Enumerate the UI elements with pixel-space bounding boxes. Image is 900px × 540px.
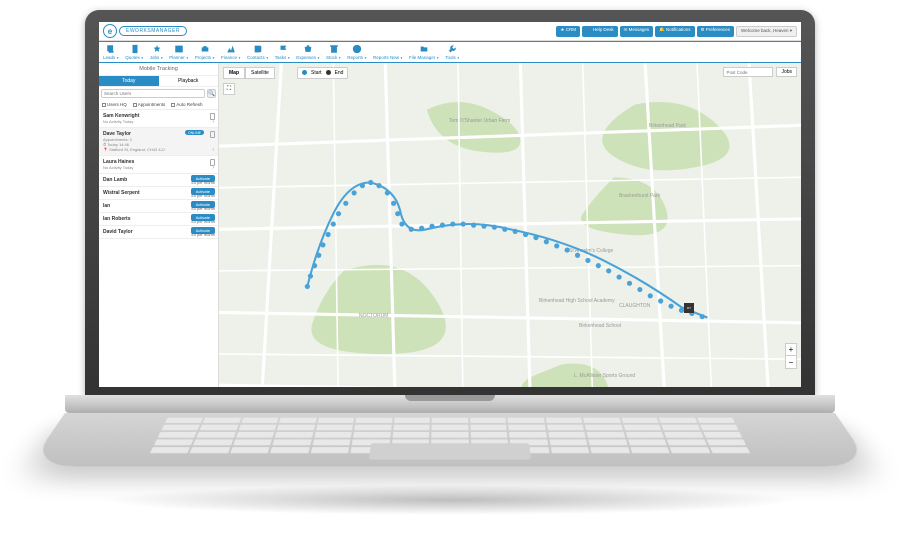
map[interactable]: DT Map Satellite Start End Jobs ⛶: [219, 63, 801, 387]
menu-projects[interactable]: Projects▼: [195, 44, 215, 60]
tab-today[interactable]: Today: [99, 76, 159, 87]
menu-tasks[interactable]: Tasks▼: [275, 44, 291, 60]
postcode-input[interactable]: [723, 67, 773, 77]
user-row[interactable]: Ian Activate £5 per month: [99, 200, 218, 213]
user-marker[interactable]: DT: [684, 303, 694, 313]
search-button[interactable]: 🔍: [207, 89, 216, 98]
menu-tools[interactable]: Tools▼: [445, 44, 460, 60]
topbar: e EWORKSMANAGER ★ CRM ❓ Help Desk ✉ Mess…: [99, 22, 801, 41]
user-row[interactable]: Sam Kenwright No Activity Today ›: [99, 110, 218, 128]
logo[interactable]: e EWORKSMANAGER: [103, 24, 187, 38]
check-users-hq[interactable]: [102, 103, 106, 107]
check-auto-refresh[interactable]: [171, 103, 175, 107]
menu-expenses[interactable]: Expenses▼: [296, 44, 320, 60]
zoom-in-button[interactable]: +: [786, 344, 796, 356]
menu-contacts[interactable]: Contacts▼: [247, 44, 269, 60]
jobs-button[interactable]: Jobs: [776, 67, 797, 77]
user-row[interactable]: Dan Lamb Activate £5 per month: [99, 174, 218, 187]
end-dot: [326, 70, 331, 75]
menu-quotes[interactable]: Quotes▼: [125, 44, 144, 60]
user-row[interactable]: David Taylor Activate £5 per month: [99, 226, 218, 239]
logo-text: EWORKSMANAGER: [119, 26, 187, 36]
fullscreen-button[interactable]: ⛶: [223, 83, 235, 95]
sidebar: Mobile Tracking Today Playback 🔍 Users H…: [99, 63, 219, 387]
main-menu: Leads▼ Quotes▼ Jobs▼ Planner▼ Projects▼ …: [99, 41, 801, 63]
menu-file-manager[interactable]: File Manager▼: [409, 44, 439, 60]
tab-playback[interactable]: Playback: [159, 76, 219, 87]
menu-stock[interactable]: Stock▼: [326, 44, 341, 60]
user-row[interactable]: Laura Haines No Activity Today ›: [99, 156, 218, 174]
preferences-link[interactable]: ⚙ Preferences: [697, 26, 735, 37]
menu-finance[interactable]: Finance▼: [221, 44, 241, 60]
user-row[interactable]: Ian Roberts Activate £5 per month: [99, 213, 218, 226]
phone-icon: [210, 131, 215, 138]
crm-link[interactable]: ★ CRM: [556, 26, 580, 37]
user-row[interactable]: Dave Taylor Appointments: 2 ⏱ Today 14:4…: [99, 128, 218, 156]
menu-reports[interactable]: Reports▼: [347, 44, 367, 60]
notifications-link[interactable]: 🔔 Notifications: [655, 26, 694, 37]
check-appointments[interactable]: [133, 103, 137, 107]
sidebar-title: Mobile Tracking: [99, 63, 218, 76]
map-tab[interactable]: Map: [223, 67, 245, 79]
menu-leads[interactable]: Leads▼: [103, 44, 119, 60]
start-dot: [302, 70, 307, 75]
user-menu[interactable]: Welcome back, Heaven ▾: [736, 26, 797, 37]
menu-planner[interactable]: Planner▼: [169, 44, 189, 60]
messages-link[interactable]: ✉ Messages: [620, 26, 654, 37]
satellite-tab[interactable]: Satellite: [245, 67, 275, 79]
logo-icon: e: [103, 24, 117, 38]
helpdesk-link[interactable]: ❓ Help Desk: [582, 26, 618, 37]
menu-jobs[interactable]: Jobs▼: [150, 44, 164, 60]
legend: Start End: [297, 67, 348, 79]
menu-reports-new[interactable]: Reports New▼: [373, 44, 403, 60]
online-badge: ONLINE: [185, 130, 204, 135]
user-row[interactable]: Wistral Serpent Activate £5 per month: [99, 187, 218, 200]
app-screen: e EWORKSMANAGER ★ CRM ❓ Help Desk ✉ Mess…: [99, 22, 801, 387]
chevron-right-icon: ›: [212, 147, 214, 153]
search-input[interactable]: [101, 89, 205, 98]
zoom-out-button[interactable]: −: [786, 356, 796, 368]
chevron-right-icon: ›: [212, 165, 214, 171]
chevron-right-icon: ›: [212, 119, 214, 125]
